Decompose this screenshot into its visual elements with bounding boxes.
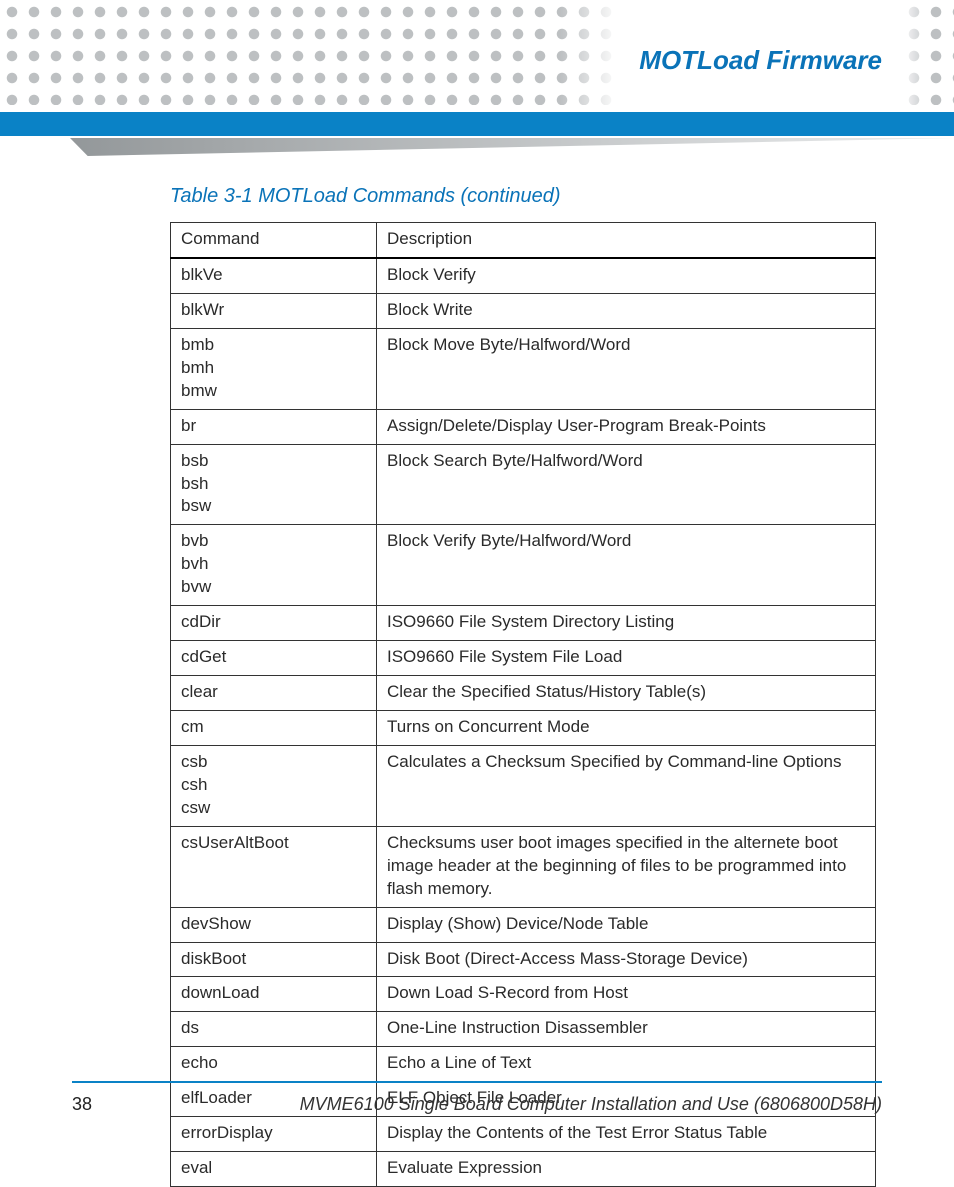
command-name: bvh	[181, 553, 366, 576]
page-number: 38	[72, 1094, 92, 1115]
command-cell: devShow	[171, 907, 377, 942]
table-row: eval Evaluate Expression	[171, 1152, 876, 1187]
command-cell: bsbbshbsw	[171, 444, 377, 525]
table-header-row: Command Description	[171, 223, 876, 258]
description-cell: Checksums user boot images specified in …	[377, 826, 876, 907]
command-cell: blkVe	[171, 258, 377, 293]
table-head-description: Description	[377, 223, 876, 258]
command-name: blkVe	[181, 264, 366, 287]
command-name: ds	[181, 1017, 366, 1040]
command-name: bvb	[181, 530, 366, 553]
description-cell: Block Verify Byte/Halfword/Word	[377, 525, 876, 606]
command-name: csUserAltBoot	[181, 832, 366, 855]
table-row: br Assign/Delete/Display User-Program Bre…	[171, 409, 876, 444]
table-head-command: Command	[171, 223, 377, 258]
command-cell: clear	[171, 676, 377, 711]
description-cell: ISO9660 File System File Load	[377, 641, 876, 676]
description-cell: Down Load S-Record from Host	[377, 977, 876, 1012]
command-cell: cm	[171, 711, 377, 746]
command-name: blkWr	[181, 299, 366, 322]
footer-rule	[72, 1081, 882, 1083]
command-cell: br	[171, 409, 377, 444]
table-row: diskBoot Disk Boot (Direct-Access Mass-St…	[171, 942, 876, 977]
table-row: csbcshcswCalculates a Checksum Specified…	[171, 745, 876, 826]
command-name: diskBoot	[181, 948, 366, 971]
command-name: bmw	[181, 380, 366, 403]
chapter-title: MOTLoad Firmware	[633, 45, 888, 76]
command-cell: echo	[171, 1047, 377, 1082]
description-cell: Echo a Line of Text	[377, 1047, 876, 1082]
doc-title: MVME6100 Single Board Computer Installat…	[300, 1094, 882, 1115]
command-name: downLoad	[181, 982, 366, 1005]
command-name: cdDir	[181, 611, 366, 634]
command-name: csw	[181, 797, 366, 820]
table-caption: Table 3-1 MOTLoad Commands (continued)	[170, 185, 876, 208]
command-name: bmb	[181, 334, 366, 357]
table-row: errorDisplay Display the Contents of the …	[171, 1117, 876, 1152]
description-cell: Turns on Concurrent Mode	[377, 711, 876, 746]
table-row: csUserAltBoot Checksums user boot images …	[171, 826, 876, 907]
command-name: cm	[181, 716, 366, 739]
description-cell: Block Move Byte/Halfword/Word	[377, 328, 876, 409]
description-cell: ISO9660 File System Directory Listing	[377, 606, 876, 641]
command-name: bsh	[181, 473, 366, 496]
command-name: bsw	[181, 495, 366, 518]
table-row: blkWr Block Write	[171, 293, 876, 328]
command-name: eval	[181, 1157, 366, 1180]
command-cell: cdGet	[171, 641, 377, 676]
command-name: csb	[181, 751, 366, 774]
table-row: blkVe Block Verify	[171, 258, 876, 293]
command-name: br	[181, 415, 366, 438]
command-name: devShow	[181, 913, 366, 936]
commands-table: Command Description blkVeBlock Verifyblk…	[170, 222, 876, 1187]
command-name: errorDisplay	[181, 1122, 366, 1145]
description-cell: Block Verify	[377, 258, 876, 293]
command-cell: blkWr	[171, 293, 377, 328]
table-row: bsbbshbswBlock Search Byte/Halfword/Word	[171, 444, 876, 525]
table-row: clear Clear the Specified Status/History …	[171, 676, 876, 711]
description-cell: Disk Boot (Direct-Access Mass-Storage De…	[377, 942, 876, 977]
command-name: bvw	[181, 576, 366, 599]
command-cell: cdDir	[171, 606, 377, 641]
command-name: clear	[181, 681, 366, 704]
table-row: cm Turns on Concurrent Mode	[171, 711, 876, 746]
description-cell: One-Line Instruction Disassembler	[377, 1012, 876, 1047]
command-cell: downLoad	[171, 977, 377, 1012]
description-cell: Evaluate Expression	[377, 1152, 876, 1187]
command-name: csh	[181, 774, 366, 797]
command-name: cdGet	[181, 646, 366, 669]
command-name: bmh	[181, 357, 366, 380]
description-cell: Clear the Specified Status/History Table…	[377, 676, 876, 711]
table-row: downLoad Down Load S-Record from Host	[171, 977, 876, 1012]
table-row: cdDir ISO9660 File System Directory Listi…	[171, 606, 876, 641]
command-cell: bmbbmhbmw	[171, 328, 377, 409]
page-footer: 38 MVME6100 Single Board Computer Instal…	[72, 1094, 882, 1115]
command-cell: csUserAltBoot	[171, 826, 377, 907]
description-cell: Block Search Byte/Halfword/Word	[377, 444, 876, 525]
table-row: bvbbvhbvwBlock Verify Byte/Halfword/Word	[171, 525, 876, 606]
table-row: echo Echo a Line of Text	[171, 1047, 876, 1082]
description-cell: Display (Show) Device/Node Table	[377, 907, 876, 942]
table-row: devShow Display (Show) Device/Node Table	[171, 907, 876, 942]
command-cell: errorDisplay	[171, 1117, 377, 1152]
description-cell: Block Write	[377, 293, 876, 328]
description-cell: Assign/Delete/Display User-Program Break…	[377, 409, 876, 444]
command-cell: ds	[171, 1012, 377, 1047]
description-cell: Display the Contents of the Test Error S…	[377, 1117, 876, 1152]
header-blue-bar	[0, 112, 954, 136]
description-cell: Calculates a Checksum Specified by Comma…	[377, 745, 876, 826]
table-row: ds One-Line Instruction Disassembler	[171, 1012, 876, 1047]
command-cell: eval	[171, 1152, 377, 1187]
table-row: bmbbmhbmwBlock Move Byte/Halfword/Word	[171, 328, 876, 409]
command-cell: csbcshcsw	[171, 745, 377, 826]
header-grey-wedge	[70, 138, 954, 156]
table-row: cdGet ISO9660 File System File Load	[171, 641, 876, 676]
command-name: echo	[181, 1052, 366, 1075]
command-cell: diskBoot	[171, 942, 377, 977]
command-name: bsb	[181, 450, 366, 473]
command-cell: bvbbvhbvw	[171, 525, 377, 606]
